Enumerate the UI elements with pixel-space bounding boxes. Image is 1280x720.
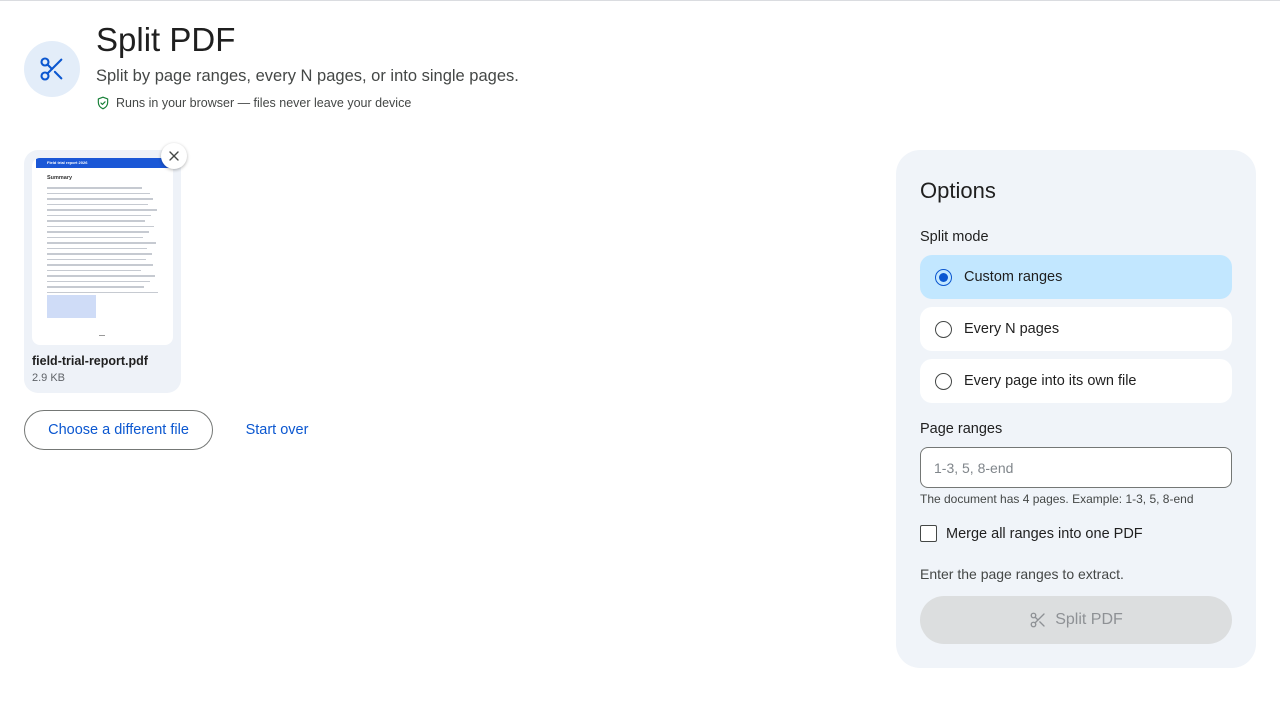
radio-button[interactable] [935, 372, 952, 390]
thumbnail-text-line [47, 264, 153, 266]
thumbnail-text-line [47, 286, 144, 288]
thumbnail-text-line [47, 269, 141, 271]
top-divider [0, 0, 1280, 1]
page-subtitle: Split by page ranges, every N pages, or … [96, 67, 519, 85]
mode-every-page[interactable]: Every page into its own file [920, 359, 1232, 403]
mode-custom-ranges[interactable]: Custom ranges [920, 255, 1232, 299]
thumbnail-text-line [47, 198, 153, 200]
pdf-thumbnail: Field trial report 2026 Summary [32, 158, 173, 345]
page-title: Split PDF [96, 21, 236, 58]
radio-selected-dot [939, 272, 948, 282]
close-icon [169, 151, 179, 161]
mode-every-n-pages[interactable]: Every N pages [920, 307, 1232, 351]
shield-check-icon [97, 96, 109, 110]
split-pdf-button[interactable]: Split PDF [920, 596, 1232, 644]
page-ranges-label: Page ranges [920, 421, 1003, 437]
split-mode-label: Split mode [920, 229, 989, 245]
scissors-icon [40, 57, 63, 81]
options-title: Options [920, 178, 996, 203]
thumbnail-page-number [99, 335, 105, 336]
thumbnail-image-block [47, 295, 96, 318]
thumbnail-text-line [47, 253, 152, 255]
choose-different-file-button[interactable]: Choose a different file [24, 410, 213, 450]
thumbnail-heading: Summary [47, 175, 73, 181]
thumbnail-title-bar: Field trial report 2026 [36, 158, 169, 168]
merge-ranges-option[interactable]: Merge all ranges into one PDF [920, 525, 1143, 542]
thumbnail-text-line [47, 214, 151, 216]
split-pdf-label: Split PDF [1055, 611, 1123, 628]
start-over-button[interactable]: Start over [232, 410, 322, 450]
thumbnail-text-line [47, 280, 150, 282]
privacy-note: Runs in your browser — files never leave… [96, 96, 411, 110]
options-panel: Options Split mode Custom ranges Every N… [896, 150, 1256, 668]
file-size: 2.9 KB [32, 372, 66, 384]
thumbnail-text-line [47, 291, 158, 293]
page-ranges-input[interactable] [920, 447, 1232, 488]
thumbnail-text-line [47, 242, 156, 244]
file-card: Field trial report 2026 Summary field-tr… [24, 143, 187, 393]
radio-button[interactable] [935, 320, 952, 338]
thumbnail-text-line [47, 203, 148, 205]
thumbnail-text-line [47, 231, 149, 233]
thumbnail-text-line [47, 258, 146, 260]
mode-label: Custom ranges [964, 269, 1063, 285]
thumbnail-text-line [47, 225, 154, 227]
thumbnail-text-line [47, 247, 147, 249]
remove-file-button[interactable] [161, 143, 187, 169]
page-ranges-hint: The document has 4 pages. Example: 1-3, … [920, 492, 1194, 506]
status-message: Enter the page ranges to extract. [920, 566, 1124, 582]
scissors-icon [1030, 612, 1045, 628]
privacy-note-text: Runs in your browser — files never leave… [116, 96, 412, 110]
tool-icon-badge [24, 41, 80, 97]
mode-label: Every page into its own file [964, 373, 1137, 389]
thumbnail-text-line [47, 236, 143, 238]
thumbnail-text-line [47, 187, 142, 189]
merge-checkbox[interactable] [920, 525, 937, 542]
radio-button[interactable] [935, 268, 952, 286]
thumbnail-title: Field trial report 2026 [47, 160, 88, 165]
merge-label: Merge all ranges into one PDF [946, 525, 1143, 542]
thumbnail-text-line [47, 192, 150, 194]
thumbnail-text-line [47, 220, 145, 222]
thumbnail-text-line [47, 209, 157, 211]
mode-label: Every N pages [964, 321, 1060, 337]
thumbnail-text-line [47, 275, 155, 277]
file-name: field-trial-report.pdf [32, 354, 148, 368]
